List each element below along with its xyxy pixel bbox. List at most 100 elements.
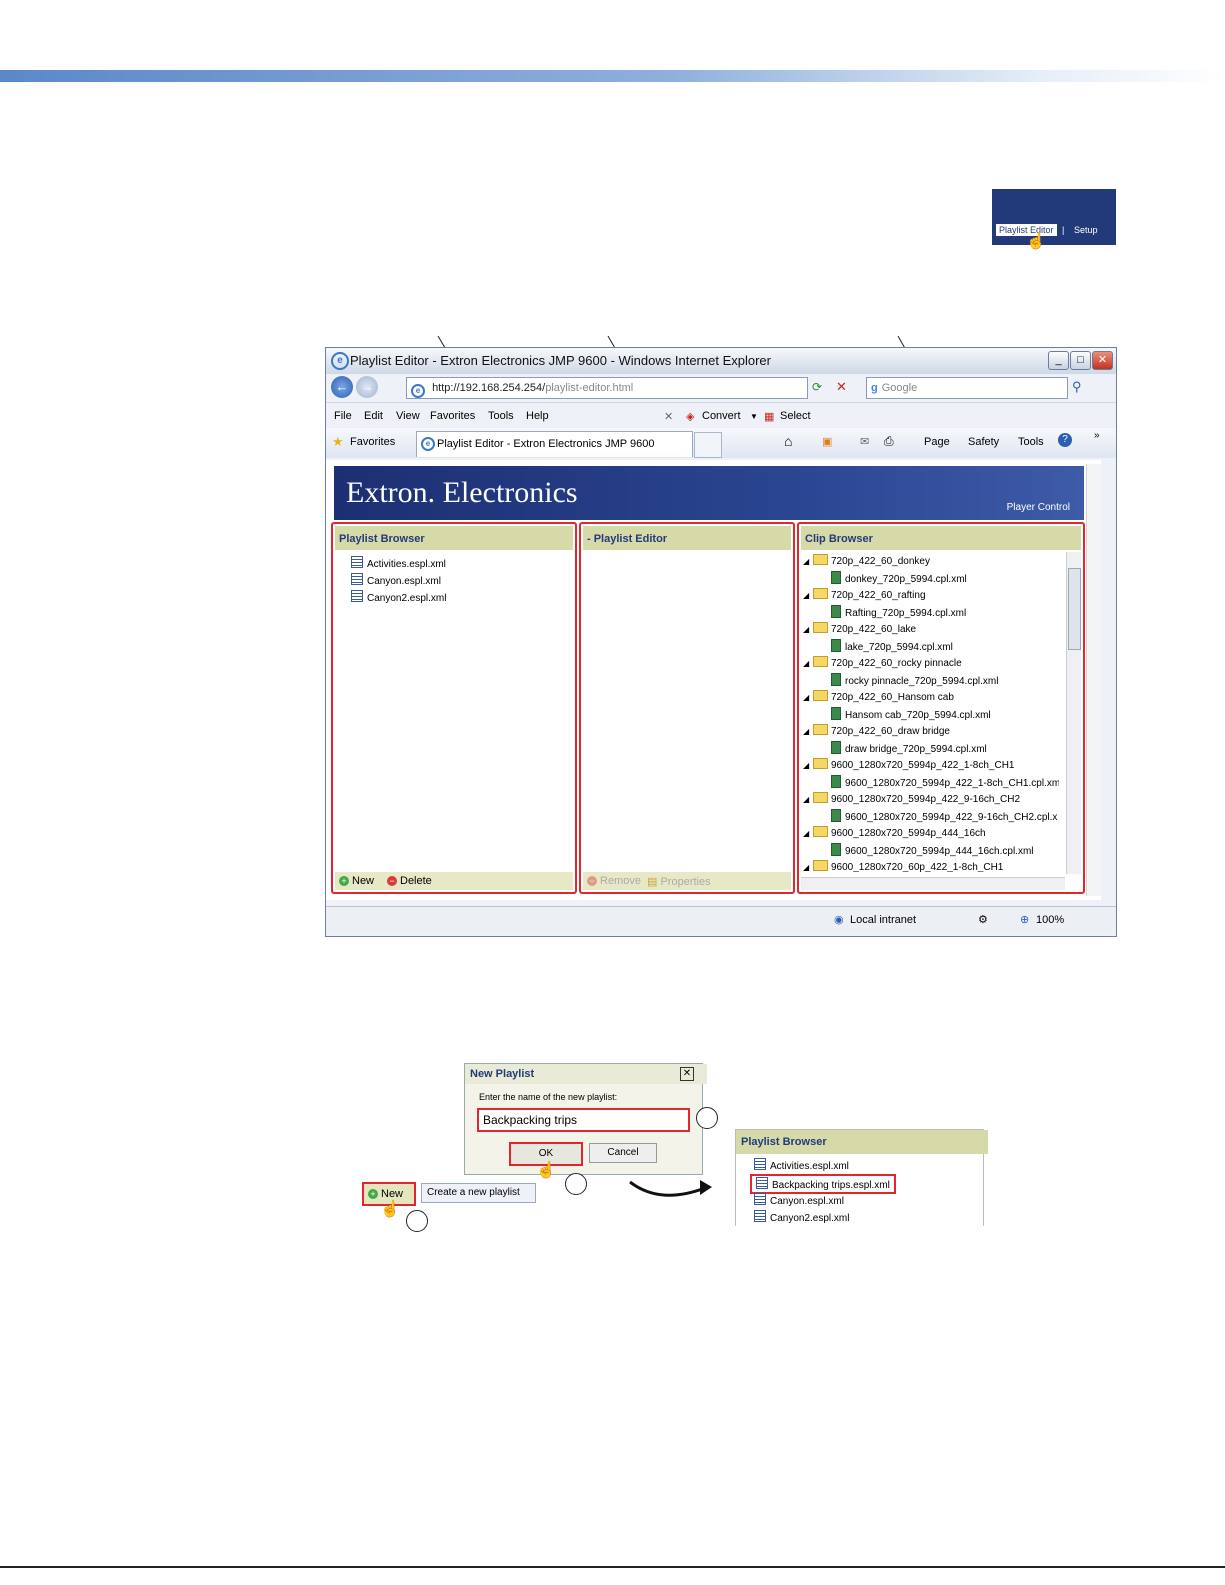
dialog-close-icon[interactable]: ✕	[680, 1067, 694, 1081]
maximize-button[interactable]: □	[1070, 351, 1091, 370]
close-toolbar-icon[interactable]: ✕	[664, 410, 673, 423]
favorites-button[interactable]: Favorites	[350, 436, 395, 448]
clip-file[interactable]: draw bridge_720p_5994.cpl.xml	[831, 741, 987, 755]
new-button[interactable]: + New	[339, 875, 374, 887]
expand-triangle-icon[interactable]: ◢	[803, 659, 813, 668]
clip-folder[interactable]: ◢ 9600_1280x720_5994p_422_1-8ch_CH1	[803, 758, 1015, 771]
menu-favorites[interactable]: Favorites	[430, 410, 475, 422]
menu-file[interactable]: File	[334, 410, 352, 422]
zoom-level[interactable]: 100%	[1036, 914, 1064, 926]
folder-icon	[813, 622, 828, 633]
folder-icon	[813, 690, 828, 701]
player-control-link[interactable]: Player Control	[1007, 502, 1070, 513]
result-playlist-browser: Playlist Browser Activities.espl.xml Bac…	[735, 1129, 988, 1226]
clip-file[interactable]: donkey_720p_5994.cpl.xml	[831, 571, 967, 585]
delete-button[interactable]: − Delete	[387, 875, 432, 887]
clip-folder[interactable]: ◢ 720p_422_60_rocky pinnacle	[803, 656, 962, 669]
mail-icon[interactable]: ✉	[860, 435, 869, 448]
tools-menu[interactable]: Tools	[1018, 436, 1044, 448]
expand-triangle-icon[interactable]: ◢	[803, 591, 813, 600]
zoom-icon[interactable]: ⊕	[1020, 913, 1029, 926]
chevron-down-icon[interactable]: ▼	[750, 412, 758, 421]
menu-help[interactable]: Help	[526, 410, 549, 422]
dialog-prompt: Enter the name of the new playlist:	[479, 1092, 618, 1102]
expand-triangle-icon[interactable]: ◢	[803, 693, 813, 702]
clip-folder[interactable]: ◢ 9600_1280x720_5994p_422_9-16ch_CH2	[803, 792, 1020, 805]
stop-icon[interactable]: ✕	[836, 379, 847, 395]
menu-view[interactable]: View	[396, 410, 420, 422]
new-playlist-dialog: New Playlist ✕ Enter the name of the new…	[464, 1063, 707, 1175]
address-host: http://192.168.254.254/	[432, 382, 546, 394]
feed-icon[interactable]: ▣	[822, 435, 832, 448]
page-scrollbar[interactable]	[1086, 464, 1101, 896]
chevron-more-icon[interactable]: »	[1094, 430, 1100, 441]
list-item[interactable]: Canyon.espl.xml	[754, 1193, 844, 1207]
clip-file[interactable]: lake_720p_5994.cpl.xml	[831, 639, 953, 653]
expand-triangle-icon[interactable]: ◢	[803, 795, 813, 804]
film-clip-icon	[831, 741, 841, 754]
safety-menu[interactable]: Safety	[968, 436, 999, 448]
clip-browser-title: Clip Browser	[801, 526, 1081, 550]
film-clip-icon	[831, 673, 841, 686]
clip-folder[interactable]: ◢ 720p_422_60_draw bridge	[803, 724, 950, 737]
playlist-name-input[interactable]: Backpacking trips	[477, 1108, 690, 1132]
expand-triangle-icon[interactable]: ◢	[803, 727, 813, 736]
list-item[interactable]: Canyon2.espl.xml	[351, 590, 446, 604]
properties-button[interactable]: ▤ Properties	[647, 875, 711, 888]
browser-tab[interactable]: e Playlist Editor - Extron Electronics J…	[416, 431, 693, 457]
playlist-file-icon	[756, 1177, 768, 1189]
playlist-file-icon	[754, 1210, 766, 1222]
menu-edit[interactable]: Edit	[364, 410, 383, 422]
horizontal-scrollbar[interactable]	[801, 877, 1065, 890]
folder-icon	[813, 826, 828, 837]
minimize-button[interactable]: _	[1048, 351, 1069, 370]
list-item[interactable]: Activities.espl.xml	[351, 556, 446, 570]
list-item[interactable]: Canyon2.espl.xml	[754, 1210, 849, 1224]
print-icon[interactable]: ⎙	[884, 434, 894, 449]
remove-button[interactable]: − Remove	[587, 875, 641, 887]
clip-file[interactable]: 9600_1280x720_5994p_422_9-16ch_CH2.cpl.x	[831, 809, 1057, 823]
clip-file[interactable]: Hansom cab_720p_5994.cpl.xml	[831, 707, 991, 721]
back-arrow-icon[interactable]: ←	[331, 376, 353, 398]
refresh-icon[interactable]: ⟳	[812, 380, 822, 394]
clip-folder[interactable]: ◢ 9600_1280x720_5994p_444_16ch	[803, 826, 986, 839]
clip-folder[interactable]: ◢ 720p_422_60_donkey	[803, 554, 930, 567]
page-menu[interactable]: Page	[924, 436, 950, 448]
search-icon[interactable]: ⚲	[1072, 379, 1082, 395]
new-tab-button[interactable]	[694, 432, 722, 458]
home-icon[interactable]: ⌂	[784, 433, 792, 449]
expand-triangle-icon[interactable]: ◢	[803, 625, 813, 634]
cancel-button[interactable]: Cancel	[589, 1143, 657, 1163]
expand-triangle-icon[interactable]: ◢	[803, 761, 813, 770]
clip-file[interactable]: 9600_1280x720_5994p_444_16ch.cpl.xml	[831, 843, 1034, 857]
convert-button[interactable]: Convert	[702, 410, 741, 422]
clip-file[interactable]: rocky pinnacle_720p_5994.cpl.xml	[831, 673, 998, 687]
list-item[interactable]: Canyon.espl.xml	[351, 573, 441, 587]
protected-mode-icon[interactable]: ⚙	[978, 913, 988, 926]
search-input[interactable]: g Google	[866, 377, 1068, 399]
scrollbar-thumb[interactable]	[1068, 568, 1081, 650]
menu-tools[interactable]: Tools	[488, 410, 514, 422]
film-clip-icon	[831, 775, 841, 788]
help-icon[interactable]: ?	[1058, 433, 1072, 447]
clip-file[interactable]: 9600_1280x720_5994p_422_1-8ch_CH1.cpl.xm	[831, 775, 1059, 789]
clip-folder[interactable]: ◢ 720p_422_60_lake	[803, 622, 916, 635]
expand-triangle-icon[interactable]: ◢	[803, 829, 813, 838]
clip-folder[interactable]: ◢ 720p_422_60_Hansom cab	[803, 690, 954, 703]
close-window-button[interactable]: ✕	[1092, 351, 1113, 370]
forward-arrow-icon[interactable]: →	[356, 376, 378, 398]
playlist-file-icon	[754, 1158, 766, 1170]
expand-triangle-icon[interactable]: ◢	[803, 557, 813, 566]
expand-triangle-icon[interactable]: ◢	[803, 863, 813, 872]
footer-rule	[0, 1566, 1225, 1568]
address-bar[interactable]: e http://192.168.254.254/playlist-editor…	[406, 377, 808, 399]
clip-file[interactable]: Rafting_720p_5994.cpl.xml	[831, 605, 966, 619]
result-browser-title: Playlist Browser	[736, 1130, 988, 1154]
clip-folder[interactable]: ◢ 720p_422_60_rafting	[803, 588, 926, 601]
vertical-scrollbar[interactable]	[1066, 552, 1081, 874]
film-clip-icon	[831, 639, 841, 652]
list-item-highlighted[interactable]: Backpacking trips.espl.xml	[750, 1174, 896, 1194]
select-button[interactable]: Select	[780, 410, 811, 422]
list-item[interactable]: Activities.espl.xml	[754, 1158, 849, 1172]
clip-folder[interactable]: ◢ 9600_1280x720_60p_422_1-8ch_CH1	[803, 860, 1003, 872]
